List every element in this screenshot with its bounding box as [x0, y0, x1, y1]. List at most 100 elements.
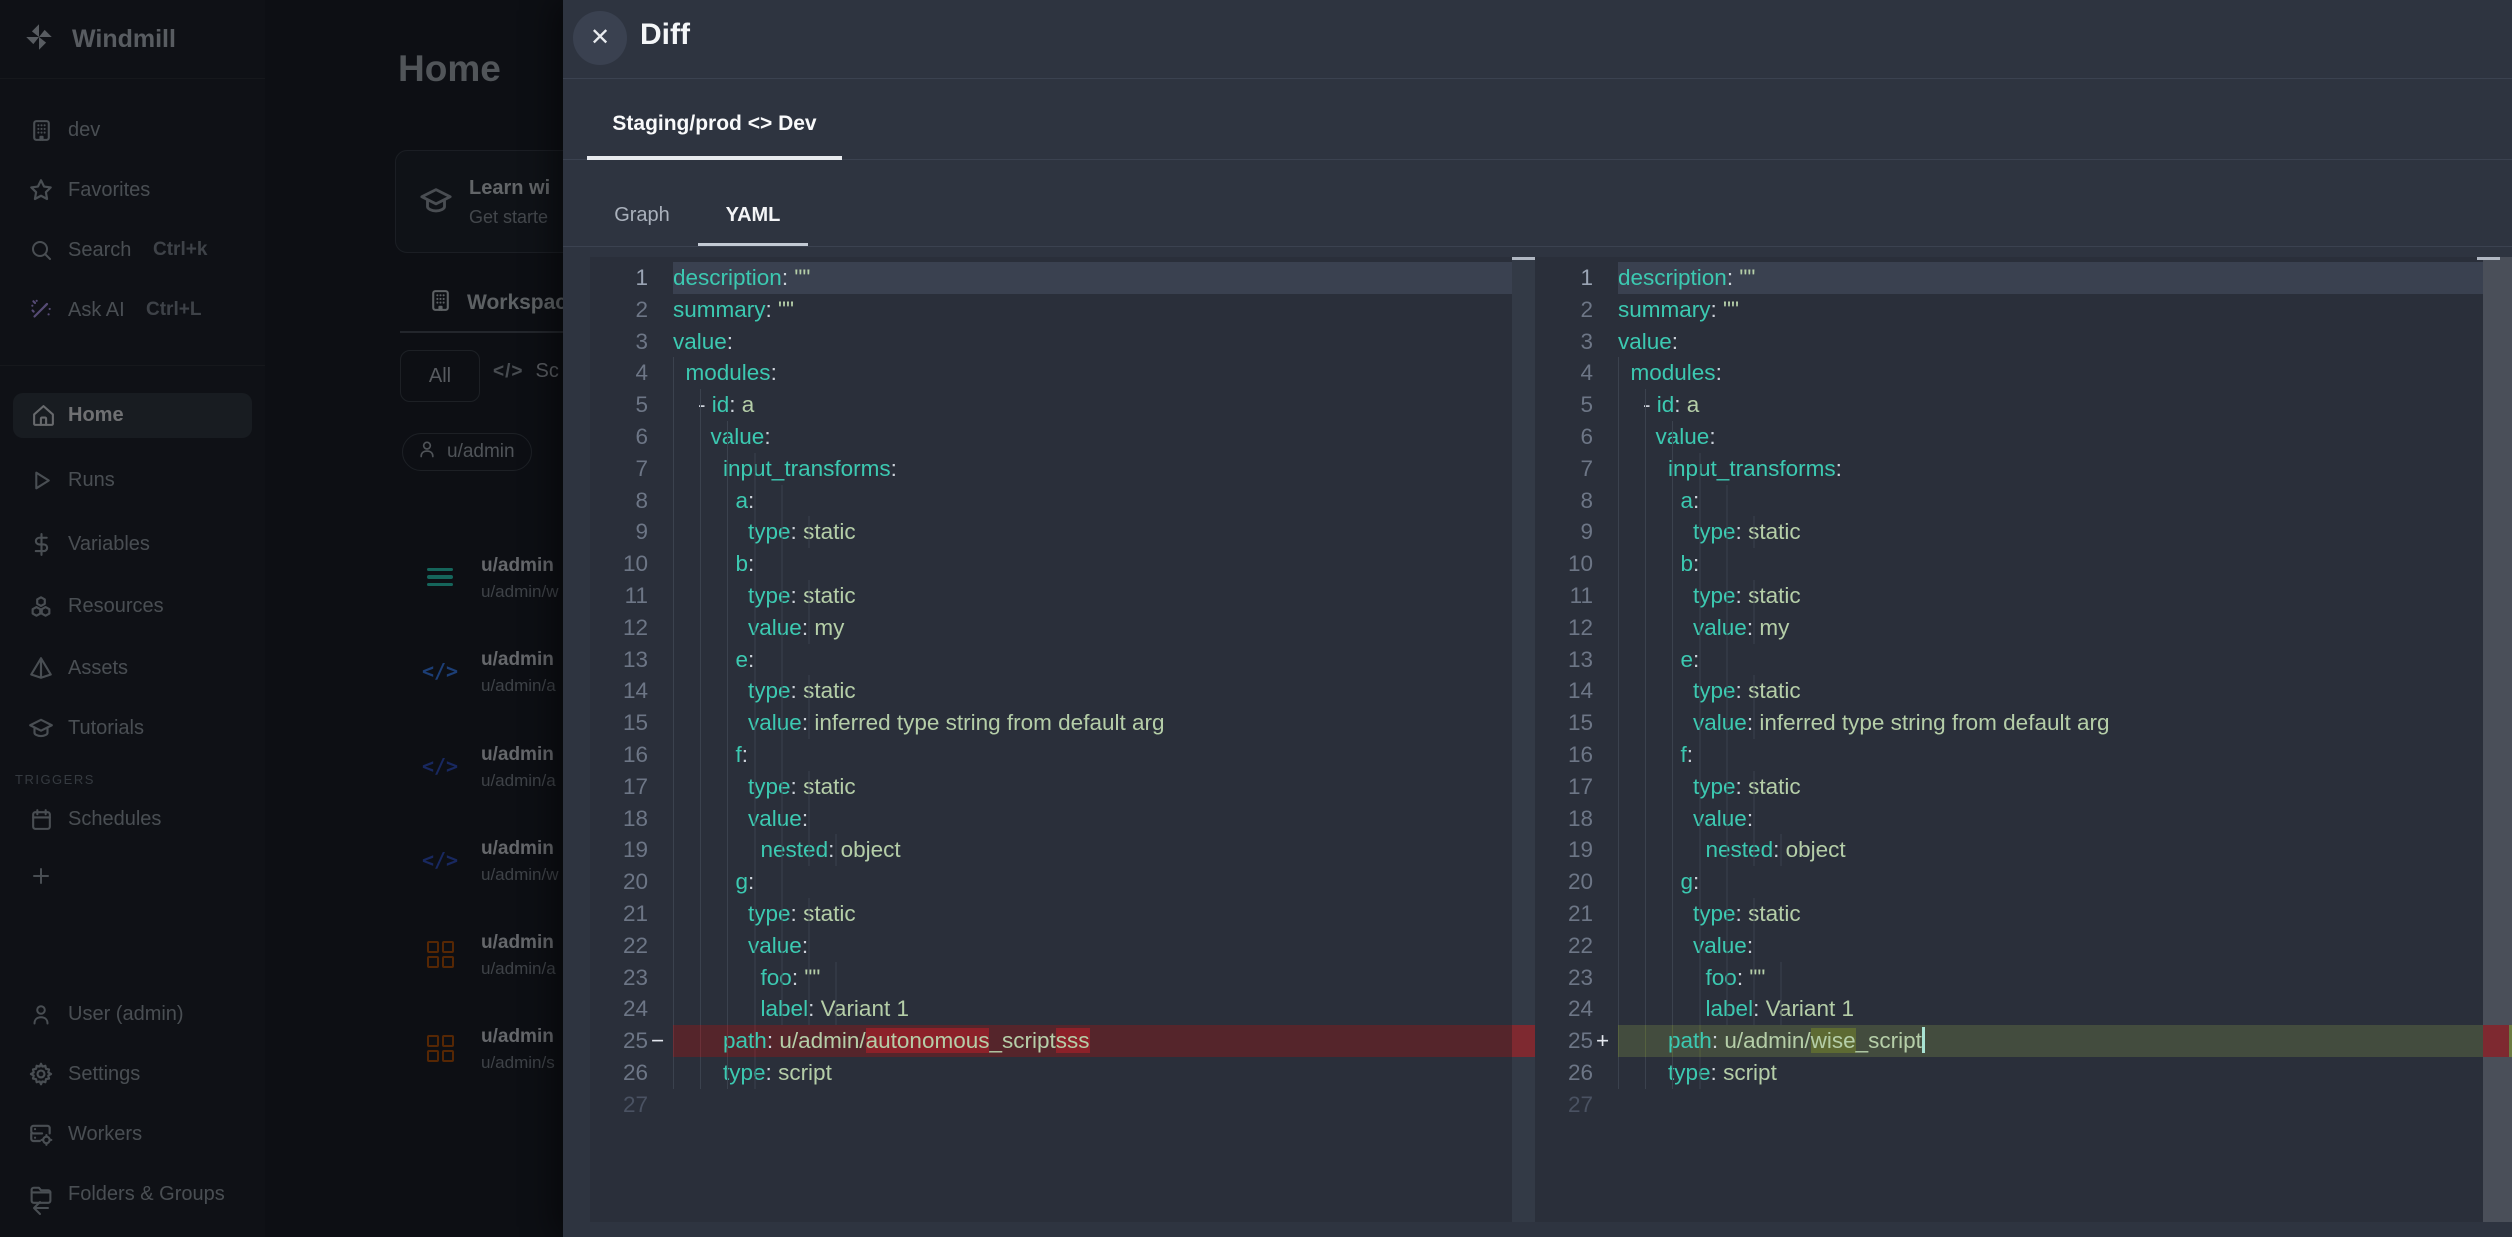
- line-number: 10: [590, 548, 673, 580]
- code-line-16[interactable]: f:: [1618, 739, 2483, 771]
- line-number: 12: [590, 612, 673, 644]
- code-line-24[interactable]: label: Variant 1: [673, 993, 1512, 1025]
- line-number: 16: [590, 739, 673, 771]
- line-number: 22: [1535, 930, 1618, 962]
- tab-graph[interactable]: Graph: [587, 204, 697, 227]
- code-line-23[interactable]: foo: "": [673, 962, 1512, 994]
- code-line-15[interactable]: value: inferred type string from default…: [673, 707, 1512, 739]
- overview-ruler: [2483, 257, 2512, 1222]
- code-area[interactable]: description: ""summary: ""value: modules…: [673, 262, 1512, 1222]
- diff-editor-original[interactable]: 1234567891011121314151617181920212223242…: [590, 257, 1535, 1222]
- line-number: 24: [1535, 993, 1618, 1025]
- code-line-1[interactable]: description: "": [673, 262, 1512, 294]
- code-line-16[interactable]: f:: [673, 739, 1512, 771]
- line-number: 9: [1535, 516, 1618, 548]
- line-number: 16: [1535, 739, 1618, 771]
- cursor-position-marker: [2477, 257, 2500, 260]
- code-line-6[interactable]: value:: [1618, 421, 2483, 453]
- code-line-8[interactable]: a:: [673, 485, 1512, 517]
- line-number: 2: [590, 294, 673, 326]
- code-line-7[interactable]: input_transforms:: [1618, 453, 2483, 485]
- code-line-10[interactable]: b:: [1618, 548, 2483, 580]
- line-number: 17: [1535, 771, 1618, 803]
- line-number: 18: [1535, 803, 1618, 835]
- code-line-19[interactable]: nested: object: [1618, 834, 2483, 866]
- code-line-12[interactable]: value: my: [673, 612, 1512, 644]
- text-cursor: [1922, 1027, 1925, 1053]
- code-line-14[interactable]: type: static: [673, 675, 1512, 707]
- code-line-9[interactable]: type: static: [673, 516, 1512, 548]
- code-line-14[interactable]: type: static: [1618, 675, 2483, 707]
- code-line-11[interactable]: type: static: [1618, 580, 2483, 612]
- code-line-26[interactable]: type: script: [673, 1057, 1512, 1089]
- line-number: 14: [590, 675, 673, 707]
- code-line-4[interactable]: modules:: [673, 357, 1512, 389]
- code-line-2[interactable]: summary: "": [673, 294, 1512, 326]
- removed-line-marker: [1512, 1025, 1535, 1057]
- code-line-21[interactable]: type: static: [673, 898, 1512, 930]
- line-number: 13: [590, 644, 673, 676]
- code-line-5[interactable]: - id: a: [1618, 389, 2483, 421]
- drawer-header-divider: [563, 78, 2512, 79]
- code-line-10[interactable]: b:: [673, 548, 1512, 580]
- code-line-17[interactable]: type: static: [1618, 771, 2483, 803]
- code-line-25[interactable]: path: u/admin/autonomous_scriptsss: [673, 1025, 1512, 1057]
- line-number-gutter: 1234567891011121314151617181920212223242…: [1535, 262, 1618, 1121]
- code-line-1[interactable]: description: "": [1618, 262, 2483, 294]
- code-line-22[interactable]: value:: [673, 930, 1512, 962]
- line-number: 17: [590, 771, 673, 803]
- line-number: 1: [590, 262, 673, 294]
- app-window: Windmill devFavoritesSearchCtrl+kAsk AIC…: [0, 0, 2512, 1237]
- code-line-2[interactable]: summary: "": [1618, 294, 2483, 326]
- line-number: 23: [590, 962, 673, 994]
- line-number: 19: [590, 834, 673, 866]
- code-line-3[interactable]: value:: [1618, 326, 2483, 358]
- code-line-21[interactable]: type: static: [1618, 898, 2483, 930]
- code-line-20[interactable]: g:: [673, 866, 1512, 898]
- line-number: 26: [1535, 1057, 1618, 1089]
- diff-drawer: ✕ Diff Staging/prod <> Dev Graph YAML 12…: [563, 0, 2512, 1237]
- code-line-27[interactable]: [1618, 1089, 2483, 1121]
- line-number: 5: [1535, 389, 1618, 421]
- line-number: 21: [1535, 898, 1618, 930]
- tab-staging-prod-dev[interactable]: Staging/prod <> Dev: [587, 112, 842, 136]
- line-number: 11: [1535, 580, 1618, 612]
- line-number: 11: [590, 580, 673, 612]
- line-number: 2: [1535, 294, 1618, 326]
- code-line-26[interactable]: type: script: [1618, 1057, 2483, 1089]
- code-line-13[interactable]: e:: [673, 644, 1512, 676]
- diff-editor-modified[interactable]: 1234567891011121314151617181920212223242…: [1535, 257, 2512, 1222]
- code-line-4[interactable]: modules:: [1618, 357, 2483, 389]
- code-line-25[interactable]: path: u/admin/wise_script: [1618, 1025, 2483, 1057]
- line-number: 8: [590, 485, 673, 517]
- code-line-12[interactable]: value: my: [1618, 612, 2483, 644]
- code-line-24[interactable]: label: Variant 1: [1618, 993, 2483, 1025]
- code-line-9[interactable]: type: static: [1618, 516, 2483, 548]
- line-number: 25−: [590, 1025, 673, 1057]
- code-area[interactable]: description: ""summary: ""value: modules…: [1618, 262, 2483, 1222]
- line-number: 27: [590, 1089, 673, 1121]
- tab-yaml[interactable]: YAML: [698, 204, 808, 227]
- line-number: 20: [1535, 866, 1618, 898]
- line-number-gutter: 1234567891011121314151617181920212223242…: [590, 262, 673, 1121]
- code-line-18[interactable]: value:: [1618, 803, 2483, 835]
- code-line-5[interactable]: - id: a: [673, 389, 1512, 421]
- code-line-15[interactable]: value: inferred type string from default…: [1618, 707, 2483, 739]
- code-line-6[interactable]: value:: [673, 421, 1512, 453]
- code-line-18[interactable]: value:: [673, 803, 1512, 835]
- line-number: 15: [590, 707, 673, 739]
- code-line-7[interactable]: input_transforms:: [673, 453, 1512, 485]
- code-line-22[interactable]: value:: [1618, 930, 2483, 962]
- code-line-13[interactable]: e:: [1618, 644, 2483, 676]
- code-line-3[interactable]: value:: [673, 326, 1512, 358]
- code-line-20[interactable]: g:: [1618, 866, 2483, 898]
- code-line-27[interactable]: [673, 1089, 1512, 1121]
- line-number: 25+: [1535, 1025, 1618, 1057]
- code-line-11[interactable]: type: static: [673, 580, 1512, 612]
- code-line-8[interactable]: a:: [1618, 485, 2483, 517]
- line-number: 23: [1535, 962, 1618, 994]
- close-button[interactable]: ✕: [573, 11, 627, 65]
- code-line-17[interactable]: type: static: [673, 771, 1512, 803]
- code-line-23[interactable]: foo: "": [1618, 962, 2483, 994]
- code-line-19[interactable]: nested: object: [673, 834, 1512, 866]
